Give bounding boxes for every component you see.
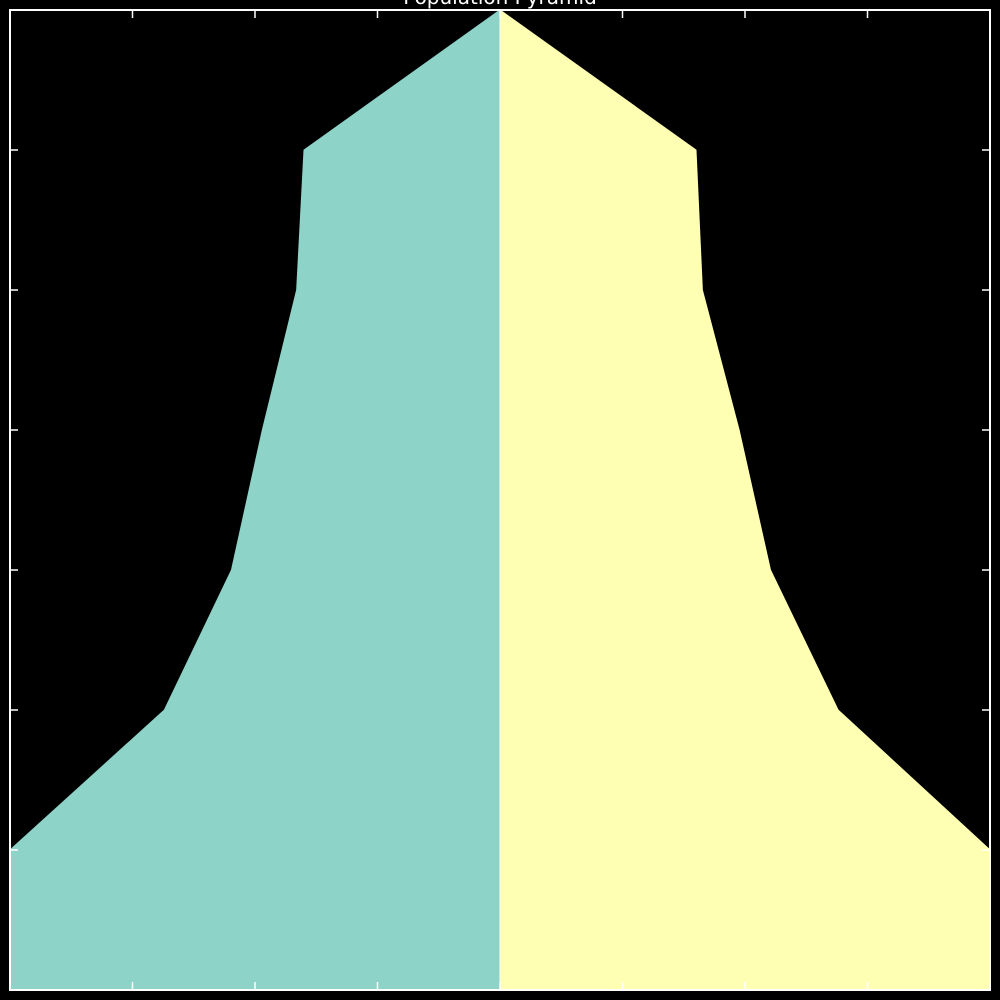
- right-population-area: [499, 9, 991, 991]
- left-population-area: [9, 9, 501, 991]
- chart-canvas: Population Pyramid: [9, 0, 991, 991]
- chart-title: Population Pyramid: [403, 0, 597, 9]
- population-pyramid-chart: Population Pyramid: [0, 0, 1000, 1000]
